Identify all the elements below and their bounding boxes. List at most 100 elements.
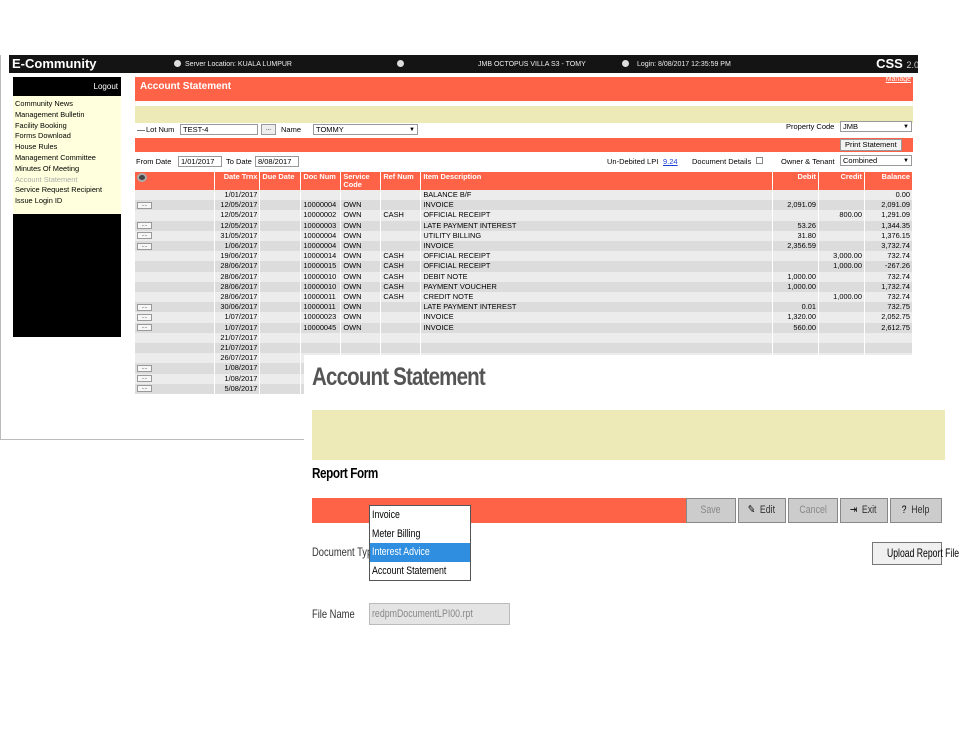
row-action-cell <box>135 190 216 201</box>
table-cell-due <box>259 353 302 364</box>
table-row: 1/01/2017 BALANCE B/F 0.00 <box>135 190 914 201</box>
sidebar-item-house-rules[interactable]: House Rules <box>13 142 121 153</box>
table-cell-doc: 10000015 <box>300 261 342 272</box>
sidebar-item-management-committee[interactable]: Management Committee <box>13 153 121 164</box>
table-cell-date: 12/05/2017 <box>214 200 261 211</box>
pencil-icon: ✎ <box>747 504 756 516</box>
lot-checkbox[interactable] <box>137 130 145 131</box>
table-cell-date: 31/05/2017 <box>214 230 261 242</box>
row-detail-button[interactable]: .... <box>137 242 152 250</box>
table-row: .... 30/06/2017 10000011 OWN LATE PAYMENT IN… <box>135 302 914 313</box>
table-cell-due <box>259 292 302 303</box>
table-cell-date: 30/06/2017 <box>214 302 261 313</box>
sidebar-menu: Community News Management Bulletin Facil… <box>13 96 121 214</box>
table-cell-debit: 31.80 <box>772 230 819 242</box>
table-cell-date: 1/08/2017 <box>214 373 261 384</box>
table-cell-balance: 2,052.75 <box>864 312 914 323</box>
dropdown-option-interest-advice[interactable]: Interest Advice <box>370 543 470 562</box>
table-cell-svc: OWN <box>340 251 382 262</box>
table-cell-doc <box>300 343 342 354</box>
exit-door-icon: ⇥ <box>850 504 858 516</box>
table-cell-desc: INVOICE <box>420 200 773 211</box>
table-cell-due <box>259 302 302 313</box>
dropdown-option-invoice[interactable]: Invoice <box>370 506 470 525</box>
table-cell-debit <box>772 251 819 262</box>
upload-report-file-button[interactable]: Upload Report File <box>872 542 959 565</box>
row-action-cell: .... <box>135 302 216 313</box>
table-cell-ref <box>380 302 422 313</box>
row-detail-button[interactable]: .... <box>137 303 152 311</box>
table-cell-svc: OWN <box>340 302 382 313</box>
row-action-cell <box>135 281 216 293</box>
to-date-input[interactable]: 8/08/2017 <box>255 156 299 167</box>
table-cell-date: 28/06/2017 <box>214 271 261 282</box>
table-row: 12/05/2017 10000002 OWN CASH OFFICIAL RECEIP… <box>135 210 914 221</box>
table-cell-date: 1/07/2017 <box>214 322 261 333</box>
table-cell-ref <box>380 190 422 201</box>
lot-lookup-button[interactable]: ... <box>261 124 276 135</box>
lot-input[interactable]: TEST-4 <box>180 124 258 135</box>
table-cell-credit <box>818 220 865 231</box>
from-date-input[interactable]: 1/01/2017 <box>178 156 222 167</box>
dropdown-option-account-statement[interactable]: Account Statement <box>370 562 470 581</box>
table-cell-credit: 1,000.00 <box>818 261 865 272</box>
cancel-button[interactable]: Cancel <box>788 498 838 523</box>
row-detail-button[interactable]: .... <box>137 201 152 209</box>
table-cell-balance <box>864 343 914 354</box>
table-cell-credit: 1,000.00 <box>818 292 865 303</box>
clock-icon <box>622 60 629 67</box>
logout-link[interactable]: Logout <box>13 79 121 95</box>
table-cell-date: 21/07/2017 <box>214 332 261 344</box>
table-cell-desc: PAYMENT VOUCHER <box>420 281 773 293</box>
row-action-cell <box>135 261 216 272</box>
sidebar-item-forms-download[interactable]: Forms Download <box>13 131 121 142</box>
table-cell-svc: OWN <box>340 292 382 303</box>
table-cell-desc: DEBIT NOTE <box>420 271 773 282</box>
dropdown-option-meter-billing[interactable]: Meter Billing <box>370 525 470 544</box>
row-detail-button[interactable]: .... <box>137 324 152 332</box>
row-detail-button[interactable]: .... <box>137 232 152 240</box>
owner-tenant-select[interactable]: Combined ▼ <box>840 155 912 166</box>
manage-link[interactable]: Manage <box>886 76 911 83</box>
print-statement-button[interactable]: Print Statement <box>840 139 902 151</box>
sidebar-item-minutes-of-meeting[interactable]: Minutes Of Meeting <box>13 164 121 175</box>
save-button[interactable]: Save <box>686 498 736 523</box>
column-header-ref-num: Ref Num <box>380 172 422 190</box>
sidebar-item-service-request-recipient[interactable]: Service Request Recipient <box>13 185 121 196</box>
row-detail-button[interactable]: .... <box>137 385 152 393</box>
row-detail-button[interactable]: .... <box>137 375 152 383</box>
help-button[interactable]: ? Help <box>890 498 942 523</box>
table-row: .... 12/05/2017 10000003 OWN LATE PAYMENT IN… <box>135 220 914 231</box>
sidebar-item-management-bulletin[interactable]: Management Bulletin <box>13 110 121 121</box>
table-cell-ref: CASH <box>380 292 422 303</box>
edit-button[interactable]: ✎ Edit <box>738 498 786 523</box>
table-cell-credit <box>818 312 865 323</box>
table-cell-desc: OFFICIAL RECEIPT <box>420 261 773 272</box>
document-details-checkbox[interactable] <box>756 157 763 164</box>
document-type-dropdown[interactable]: Invoice Meter Billing Interest Advice Ac… <box>369 505 471 581</box>
row-action-cell: .... <box>135 241 216 252</box>
name-select[interactable]: TOMMY ▼ <box>313 124 418 135</box>
row-detail-button[interactable]: .... <box>137 222 152 230</box>
undebited-lpi-link[interactable]: 9.24 <box>663 157 678 166</box>
settings-icon[interactable] <box>137 173 147 182</box>
file-name-input[interactable]: redpmDocumentLPI00.rpt <box>369 603 510 625</box>
column-header-balance: Balance <box>864 172 914 190</box>
column-header-doc-num: Doc Num <box>300 172 342 190</box>
exit-button[interactable]: ⇥ Exit <box>840 498 888 523</box>
table-cell-ref <box>380 200 422 211</box>
table-cell-date: 1/08/2017 <box>214 363 261 374</box>
sidebar-item-account-statement[interactable]: Account Statement <box>13 175 121 186</box>
sidebar-item-community-news[interactable]: Community News <box>13 99 121 110</box>
sidebar-item-facility-booking[interactable]: Facility Booking <box>13 121 121 132</box>
table-row: .... 31/05/2017 10000004 OWN UTILITY BILLING… <box>135 230 914 242</box>
table-cell-desc: UTILITY BILLING <box>420 230 773 242</box>
report-page-title: Account Statement <box>312 363 486 391</box>
chevron-down-icon: ▼ <box>903 158 909 164</box>
row-detail-button[interactable]: .... <box>137 313 152 321</box>
property-code-select[interactable]: JMB ▼ <box>840 121 912 132</box>
report-form-window: Account Statement Report Form Save ✎ Edit… <box>304 355 962 655</box>
table-cell-svc <box>340 343 382 354</box>
sidebar-item-issue-login-id[interactable]: Issue Login ID <box>13 196 121 207</box>
row-detail-button[interactable]: .... <box>137 365 152 372</box>
